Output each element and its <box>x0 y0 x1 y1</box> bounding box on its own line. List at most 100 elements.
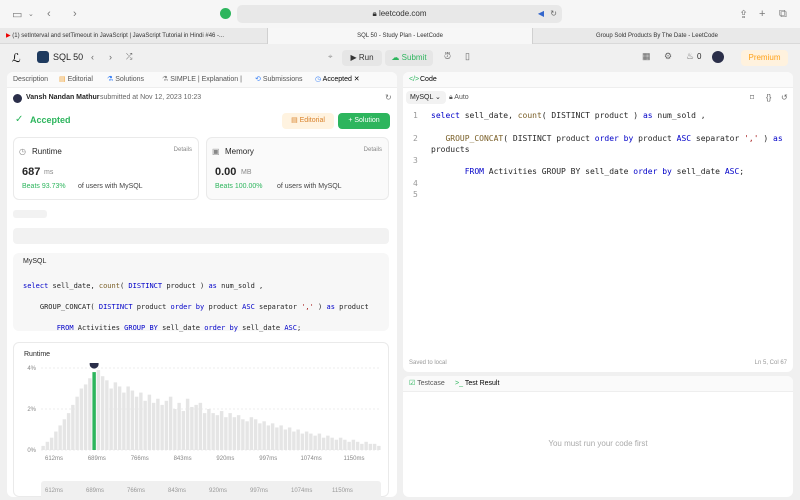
back-icon[interactable]: ‹ <box>47 8 51 20</box>
new-tab-icon[interactable]: + <box>759 8 765 20</box>
chart-bar <box>202 413 207 450</box>
chart-bar <box>164 400 169 450</box>
submit-button[interactable]: ☁ Submit <box>385 50 433 66</box>
url-text: leetcode.com <box>378 9 427 18</box>
memory-label: Memory <box>225 147 254 156</box>
x-tick-label: 1074ms <box>300 456 321 462</box>
settings-icon[interactable]: ⚙ <box>664 51 672 62</box>
share-icon[interactable]: ⇪ <box>739 8 748 21</box>
next-problem-icon[interactable]: › <box>109 52 112 62</box>
tab-submissions[interactable]: ⟲ Submissions <box>255 72 303 88</box>
status-accepted: Accepted <box>30 115 71 125</box>
runtime-card[interactable]: ◷ Runtime Details 687 ms Beats 93.73% of… <box>13 137 199 200</box>
terminal-icon: >_ <box>455 380 463 387</box>
chart-bar <box>368 443 373 450</box>
chart-bar <box>219 411 224 450</box>
browser-tab-youtube[interactable]: ▶ (1) setInterval and setTimeout in Java… <box>6 28 266 44</box>
code-panel-header: </> Code <box>403 72 793 88</box>
chart-bar <box>79 388 84 450</box>
language-select[interactable]: MySQL ⌄ <box>406 91 446 104</box>
chart-bar <box>296 429 300 450</box>
chevron-down-icon[interactable]: ⌄ <box>28 10 34 18</box>
range-tick-label: 612ms <box>45 488 64 494</box>
user-avatar[interactable] <box>13 94 22 103</box>
bookmark-icon[interactable]: ⌑ <box>750 93 754 102</box>
reset-icon[interactable]: ↺ <box>781 93 788 102</box>
runtime-chart-card: Runtime 4% 2% 0% 612ms 689ms 766ms 843ms 920ms 9… <box>13 342 389 497</box>
editorial-button[interactable]: ▤ Editorial <box>282 113 334 129</box>
avatar[interactable] <box>712 51 724 63</box>
chart-bar <box>139 392 143 450</box>
problem-list-title[interactable]: SQL 50 <box>53 52 83 62</box>
x-tick-label: 843ms <box>174 456 192 462</box>
refresh-icon[interactable]: ↻ <box>385 93 392 102</box>
forward-icon[interactable]: › <box>73 8 77 20</box>
tab-description[interactable]: Description <box>13 72 51 88</box>
tab-test-result[interactable]: >_ Test Result <box>455 376 499 392</box>
study-plan-icon <box>37 51 49 63</box>
tab-solutions[interactable]: ⚗ Solutions <box>107 72 144 88</box>
y-tick-label: 0% <box>27 448 36 454</box>
chart-bar <box>181 411 186 450</box>
streak-count: 0 <box>697 52 702 61</box>
leetcode-logo-icon[interactable]: ℒ <box>12 51 21 65</box>
grammarly-icon[interactable] <box>220 8 231 19</box>
code-title: Code <box>420 76 437 83</box>
tab-editorial[interactable]: ▤ Editorial <box>59 72 93 88</box>
memory-card[interactable]: ▣ Memory Details 0.00 MB Beats 100.00% o… <box>206 137 389 200</box>
tab-overview-icon[interactable]: ⧉ <box>779 8 787 21</box>
memory-details[interactable]: Details <box>364 147 382 153</box>
sidebar-toggle-icon[interactable]: ▭ <box>12 8 22 21</box>
code-editor[interactable]: select sell_date, count( DISTINCT produc… <box>431 110 789 178</box>
chart-bar <box>304 431 309 450</box>
notes-icon[interactable]: ▯ <box>465 51 470 62</box>
shuffle-icon[interactable]: ⤮ <box>126 52 132 62</box>
layout-icon[interactable]: ▦ <box>642 51 651 62</box>
chart-bar <box>88 378 92 450</box>
range-tick-label: 997ms <box>250 488 269 494</box>
premium-button[interactable]: Premium <box>741 50 788 66</box>
address-bar[interactable]: 🔒︎ leetcode.com ◀︎ ↻ <box>237 5 562 23</box>
run-button[interactable]: ▶ Run <box>342 50 382 66</box>
debug-icon[interactable]: ⌖ <box>328 52 333 62</box>
runtime-unit: ms <box>44 169 54 176</box>
solution-button[interactable]: + Solution <box>338 113 390 129</box>
reload-icon[interactable]: ↻ <box>550 5 557 23</box>
timer-icon[interactable]: ⏰︎ <box>444 51 451 62</box>
chart-bar <box>168 396 173 450</box>
chart-bar <box>347 441 351 450</box>
tab-testcase[interactable]: ☑ Testcase <box>409 376 445 392</box>
chart-bar <box>266 425 271 450</box>
chart-bar <box>177 402 181 450</box>
left-tabs: Description ▤ Editorial ⚗ Solutions ⚗ SI… <box>7 72 397 88</box>
browser-tab-group-sold[interactable]: Group Sold Products By The Date - LeetCo… <box>560 28 790 44</box>
submitter-name[interactable]: Vansh Nandan Mathur <box>26 94 100 101</box>
y-tick-label: 2% <box>27 407 36 413</box>
range-tick-label: 766ms <box>127 488 146 494</box>
code-snippet: MySQL select sell_date, count( DISTINCT … <box>13 253 389 332</box>
streak-icon[interactable]: ♨︎ <box>686 51 694 62</box>
tab-accepted[interactable]: ◷ Accepted ✕ <box>315 72 360 88</box>
chart-bar <box>364 441 368 450</box>
chart-bar <box>173 409 177 450</box>
chart-bar <box>156 398 160 450</box>
prev-problem-icon[interactable]: ‹ <box>91 52 94 62</box>
chart-bar <box>41 445 45 450</box>
tab-simple-explanation[interactable]: ⚗ SIMPLE | Explanation | <box>162 72 248 88</box>
leetcode-navbar: ℒ SQL 50 ‹ › ⤮ ⌖ ▶ Run ☁ Submit ⏰︎ ▯ ▦ ⚙… <box>0 45 800 71</box>
book-icon: ▤ <box>291 117 298 124</box>
runtime-beats: Beats 93.73% <box>22 183 66 190</box>
auto-lock-icon[interactable]: 🔒︎ Auto <box>449 94 469 102</box>
audio-icon[interactable]: ◀︎ <box>538 5 544 23</box>
range-selector[interactable]: 612ms 689ms 766ms 843ms 920ms 997ms 1074ms 1150… <box>41 481 381 497</box>
browser-tab-sql50[interactable]: SQL 50 - Study Plan - LeetCode <box>267 28 533 44</box>
memory-beats: Beats 100.00% <box>215 183 263 190</box>
chart-bar <box>287 427 292 450</box>
runtime-details[interactable]: Details <box>174 147 192 153</box>
chart-bar <box>279 425 283 450</box>
chart-bar <box>377 445 381 450</box>
chart-bar <box>249 417 254 450</box>
browser-toolbar: ▭ ⌄ ‹ › 🔒︎ leetcode.com ◀︎ ↻ ⇪ + ⧉ <box>0 0 800 28</box>
runtime-chart[interactable]: 4% 2% 0% 612ms 689ms 766ms 843ms 920ms 997ms 1074… <box>14 363 388 463</box>
braces-icon[interactable]: {} <box>766 93 771 102</box>
